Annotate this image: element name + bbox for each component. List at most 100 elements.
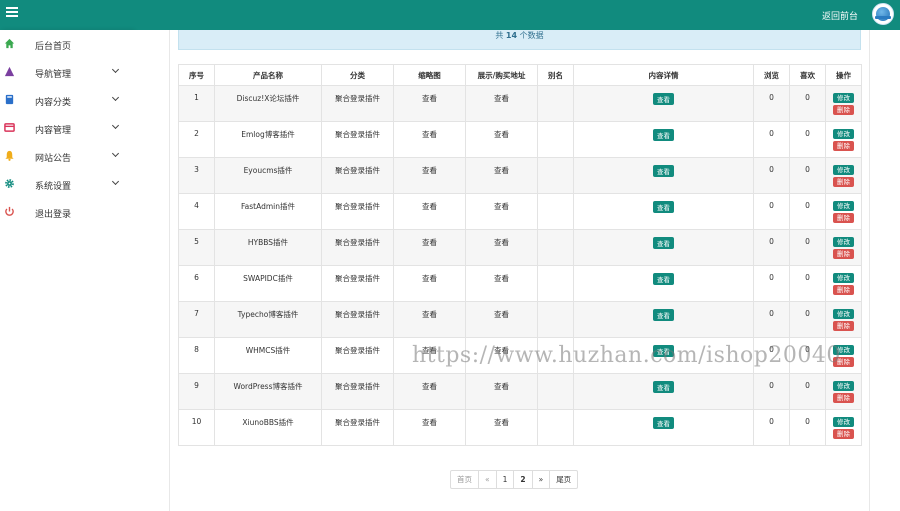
sidebar-item-site-notice[interactable]: 网站公告: [0, 142, 133, 170]
sidebar-item-content-category[interactable]: 内容分类: [0, 86, 133, 114]
view-details-button[interactable]: 查看: [653, 417, 674, 429]
cell-thumbnail: 查看: [393, 373, 466, 410]
page-2-button[interactable]: 2: [513, 471, 531, 488]
view-url-link[interactable]: 查看: [494, 202, 509, 211]
cell-url: 查看: [465, 301, 538, 338]
prev-page-button[interactable]: «: [478, 471, 496, 488]
delete-button[interactable]: 删除: [833, 285, 854, 295]
cell-details: 查看: [573, 157, 754, 194]
last-page-button[interactable]: 尾页: [549, 471, 577, 488]
next-page-button[interactable]: »: [531, 471, 550, 488]
cell-category: 聚合登录插件: [321, 229, 394, 266]
sidebar-item-content-management[interactable]: 内容管理: [0, 114, 133, 142]
cell-product-name: FastAdmin插件: [214, 193, 322, 230]
sidebar-item-home[interactable]: 后台首页: [0, 30, 133, 58]
view-thumbnail-link[interactable]: 查看: [422, 94, 437, 103]
cell-url: 查看: [465, 373, 538, 410]
cell-thumbnail: 查看: [393, 265, 466, 302]
view-details-button[interactable]: 查看: [653, 165, 674, 177]
edit-button[interactable]: 修改: [833, 129, 854, 139]
back-to-frontend-link[interactable]: 返回前台: [822, 9, 858, 22]
view-url-link[interactable]: 查看: [494, 346, 509, 355]
page-1-button[interactable]: 1: [495, 471, 514, 488]
first-page-button[interactable]: 首页: [451, 471, 478, 488]
view-thumbnail-link[interactable]: 查看: [422, 238, 437, 247]
cell-details: 查看: [573, 265, 754, 302]
cell-thumbnail: 查看: [393, 157, 466, 194]
col-header-actions: 操作: [825, 64, 862, 86]
cell-alias: [537, 85, 574, 122]
view-url-link[interactable]: 查看: [494, 130, 509, 139]
edit-button[interactable]: 修改: [833, 381, 854, 391]
cell-alias: [537, 373, 574, 410]
delete-button[interactable]: 删除: [833, 105, 854, 115]
cell-views: 0: [753, 265, 790, 302]
cell-no: 3: [178, 157, 215, 194]
view-details-button[interactable]: 查看: [653, 237, 674, 249]
edit-button[interactable]: 修改: [833, 93, 854, 103]
delete-button[interactable]: 删除: [833, 429, 854, 439]
cell-thumbnail: 查看: [393, 229, 466, 266]
view-url-link[interactable]: 查看: [494, 238, 509, 247]
sidebar-item-nav-management[interactable]: 导航管理: [0, 58, 133, 86]
cell-likes: 0: [789, 157, 826, 194]
view-details-button[interactable]: 查看: [653, 309, 674, 321]
avatar[interactable]: [872, 3, 894, 25]
cell-views: 0: [753, 409, 790, 446]
edit-button[interactable]: 修改: [833, 165, 854, 175]
delete-button[interactable]: 删除: [833, 177, 854, 187]
cell-thumbnail: 查看: [393, 121, 466, 158]
view-details-button[interactable]: 查看: [653, 273, 674, 285]
cell-alias: [537, 301, 574, 338]
edit-button[interactable]: 修改: [833, 237, 854, 247]
col-header-name: 产品名称: [214, 64, 322, 86]
view-thumbnail-link[interactable]: 查看: [422, 166, 437, 175]
delete-button[interactable]: 删除: [833, 393, 854, 403]
cell-actions: 修改 删除: [825, 409, 862, 446]
sidebar: 后台首页 导航管理 内容分类 内容管理 网站公告 系统设置 退出登录: [0, 30, 133, 511]
delete-button[interactable]: 删除: [833, 249, 854, 259]
delete-button[interactable]: 删除: [833, 357, 854, 367]
edit-button[interactable]: 修改: [833, 273, 854, 283]
view-thumbnail-link[interactable]: 查看: [422, 418, 437, 427]
view-details-button[interactable]: 查看: [653, 129, 674, 141]
view-url-link[interactable]: 查看: [494, 166, 509, 175]
view-details-button[interactable]: 查看: [653, 381, 674, 393]
view-details-button[interactable]: 查看: [653, 345, 674, 357]
cell-views: 0: [753, 373, 790, 410]
view-url-link[interactable]: 查看: [494, 94, 509, 103]
view-url-link[interactable]: 查看: [494, 310, 509, 319]
edit-button[interactable]: 修改: [833, 417, 854, 427]
sidebar-item-logout[interactable]: 退出登录: [0, 198, 133, 226]
view-details-button[interactable]: 查看: [653, 93, 674, 105]
view-thumbnail-link[interactable]: 查看: [422, 310, 437, 319]
cell-product-name: WordPress博客插件: [214, 373, 322, 410]
cell-views: 0: [753, 301, 790, 338]
cell-thumbnail: 查看: [393, 85, 466, 122]
edit-button[interactable]: 修改: [833, 201, 854, 211]
menu-toggle-icon[interactable]: [6, 7, 18, 17]
delete-button[interactable]: 删除: [833, 213, 854, 223]
view-url-link[interactable]: 查看: [494, 382, 509, 391]
cell-actions: 修改 删除: [825, 373, 862, 410]
view-thumbnail-link[interactable]: 查看: [422, 346, 437, 355]
cell-likes: 0: [789, 301, 826, 338]
view-thumbnail-link[interactable]: 查看: [422, 382, 437, 391]
edit-button[interactable]: 修改: [833, 309, 854, 319]
cell-actions: 修改 删除: [825, 85, 862, 122]
view-url-link[interactable]: 查看: [494, 274, 509, 283]
edit-button[interactable]: 修改: [833, 345, 854, 355]
view-details-button[interactable]: 查看: [653, 201, 674, 213]
cell-thumbnail: 查看: [393, 409, 466, 446]
table-row: 6 SWAPIDC插件 聚合登录插件 查看 查看 查看 0 0 修改 删除: [178, 265, 862, 302]
cell-actions: 修改 删除: [825, 337, 862, 374]
delete-button[interactable]: 删除: [833, 321, 854, 331]
view-thumbnail-link[interactable]: 查看: [422, 274, 437, 283]
view-thumbnail-link[interactable]: 查看: [422, 202, 437, 211]
sidebar-item-system-settings[interactable]: 系统设置: [0, 170, 133, 198]
delete-button[interactable]: 删除: [833, 141, 854, 151]
cell-url: 查看: [465, 193, 538, 230]
count-suffix: 个数据: [519, 31, 544, 40]
view-thumbnail-link[interactable]: 查看: [422, 130, 437, 139]
view-url-link[interactable]: 查看: [494, 418, 509, 427]
